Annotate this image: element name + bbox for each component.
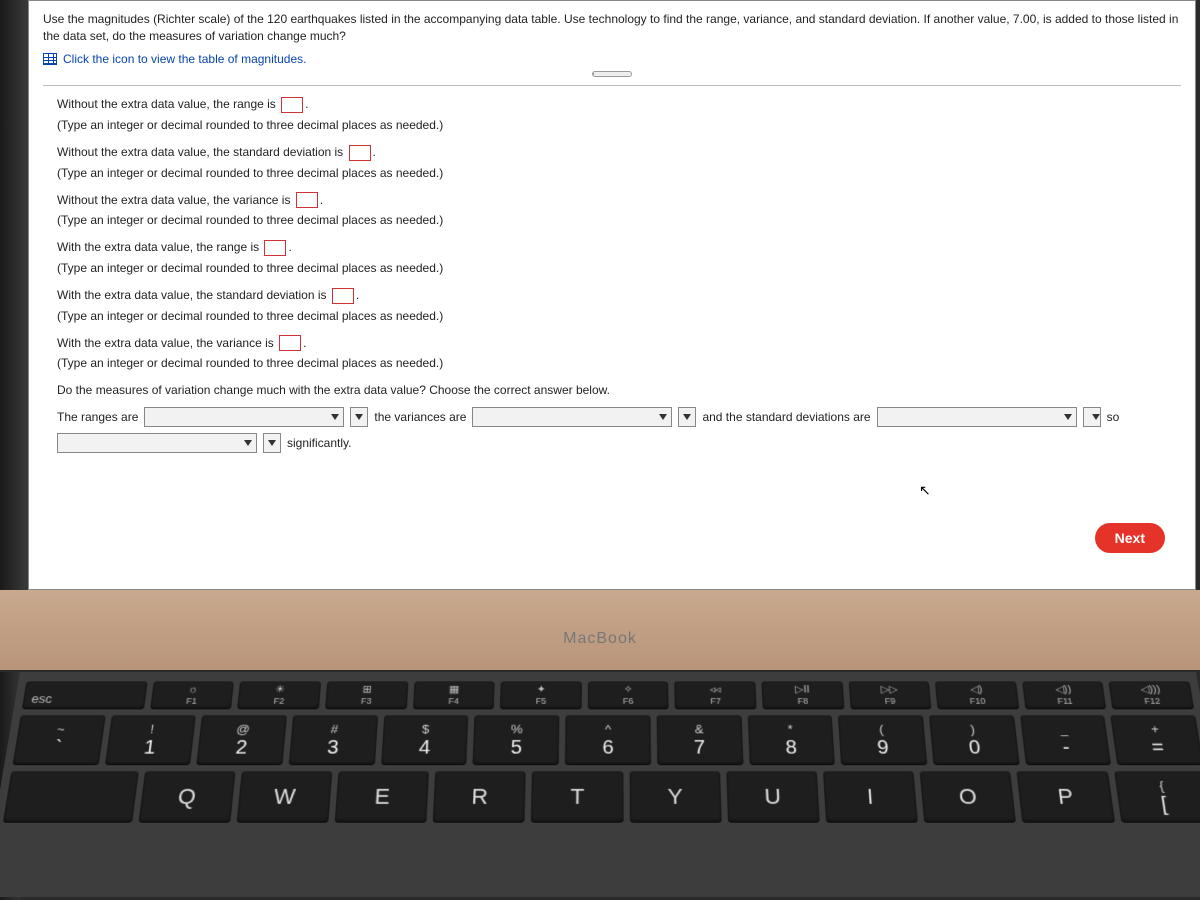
chevron-down-icon [244, 440, 252, 446]
stmt-var-without: Without the extra data value, the varian… [57, 192, 1181, 209]
key-y[interactable]: Y [629, 771, 721, 823]
stmt-sd-with: With the extra data value, the standard … [57, 287, 1181, 304]
key-i[interactable]: I [823, 771, 918, 823]
answer-sentence-1: The ranges are the variances are and the… [57, 407, 1181, 427]
table-link-label: Click the icon to view the table of magn… [63, 51, 306, 68]
key-6[interactable]: ^6 [565, 715, 651, 765]
chevron-down-icon [1064, 414, 1072, 420]
input-range-with[interactable] [264, 240, 286, 256]
key-9[interactable]: (9 [838, 715, 927, 765]
key-4[interactable]: $4 [381, 715, 469, 765]
stmt-sd-without: Without the extra data value, the standa… [57, 144, 1181, 161]
app-window: Use the magnitudes (Richter scale) of th… [28, 0, 1196, 590]
dropdown-sd[interactable] [877, 407, 1077, 427]
key-f8[interactable]: ▷IIF8 [761, 681, 844, 709]
txt-variances: the variances are [374, 409, 466, 426]
key-u[interactable]: U [726, 771, 820, 823]
txt-significantly: significantly. [287, 435, 351, 452]
key-f11[interactable]: ◁))F11 [1022, 681, 1107, 709]
question-text: Use the magnitudes (Richter scale) of th… [43, 11, 1181, 45]
key-q[interactable]: Q [138, 771, 235, 823]
key-tab[interactable] [3, 771, 139, 823]
key-f5[interactable]: ✦F5 [500, 681, 582, 709]
chevron-down-icon [1092, 414, 1100, 420]
key-f7[interactable]: ◃◃F7 [675, 681, 757, 709]
hint-5: (Type an integer or decimal rounded to t… [57, 308, 1181, 325]
chevron-down-icon [268, 440, 276, 446]
key-esc[interactable]: esc [22, 681, 148, 709]
input-sd-without[interactable] [349, 145, 371, 161]
dropdown-ranges[interactable] [144, 407, 344, 427]
screen-bezel [0, 0, 28, 590]
key-t[interactable]: T [531, 771, 623, 823]
stmt-range-with: With the extra data value, the range is … [57, 239, 1181, 256]
stmt-range-without: Without the extra data value, the range … [57, 96, 1181, 113]
key-0[interactable]: )0 [929, 715, 1020, 765]
separator [43, 85, 1181, 86]
key-5[interactable]: %5 [473, 715, 560, 765]
key-bracket-l[interactable]: {[ [1114, 771, 1200, 823]
hint-3: (Type an integer or decimal rounded to t… [57, 212, 1181, 229]
input-var-with[interactable] [279, 335, 301, 351]
key-tilde[interactable]: ~` [12, 715, 105, 765]
dropdown-variances-2[interactable] [678, 407, 696, 427]
key-f3[interactable]: ⊞F3 [325, 681, 408, 709]
hint-2: (Type an integer or decimal rounded to t… [57, 165, 1181, 182]
key-minus[interactable]: _- [1020, 715, 1112, 765]
table-icon [43, 53, 57, 65]
key-w[interactable]: W [236, 771, 332, 823]
dropdown-conclusion-2[interactable] [263, 433, 281, 453]
hint-1: (Type an integer or decimal rounded to t… [57, 117, 1181, 134]
key-f10[interactable]: ◁)F10 [935, 681, 1019, 709]
dropdown-ranges-2[interactable] [350, 407, 368, 427]
chevron-down-icon [331, 414, 339, 420]
key-7[interactable]: &7 [656, 715, 743, 765]
hint-6: (Type an integer or decimal rounded to t… [57, 355, 1181, 372]
key-8[interactable]: *8 [747, 715, 835, 765]
key-e[interactable]: E [335, 771, 430, 823]
key-f12[interactable]: ◁)))F12 [1109, 681, 1195, 709]
hint-4: (Type an integer or decimal rounded to t… [57, 260, 1181, 277]
key-o[interactable]: O [920, 771, 1017, 823]
key-p[interactable]: P [1017, 771, 1115, 823]
key-3[interactable]: #3 [289, 715, 378, 765]
input-sd-with[interactable] [332, 288, 354, 304]
key-f4[interactable]: ▦F4 [413, 681, 495, 709]
answer-area: Without the extra data value, the range … [43, 96, 1181, 453]
number-row: ~` !1 @2 #3 $4 %5 ^6 &7 *8 (9 )0 _- += [12, 715, 1200, 765]
key-f9[interactable]: ▷▷F9 [848, 681, 931, 709]
keyboard: esc ☼F1 ☀F2 ⊞F3 ▦F4 ✦F5 ✧F6 ◃◃F7 ▷IIF8 ▷… [0, 672, 1200, 897]
dropdown-sd-2[interactable] [1083, 407, 1101, 427]
view-table-link[interactable]: Click the icon to view the table of magn… [43, 51, 1181, 68]
txt-so: so [1107, 409, 1120, 426]
answer-sentence-2: significantly. [57, 433, 1181, 453]
chevron-down-icon [683, 414, 691, 420]
chevron-down-icon [355, 414, 363, 420]
key-1[interactable]: !1 [104, 715, 196, 765]
key-equals[interactable]: += [1110, 715, 1200, 765]
key-f1[interactable]: ☼F1 [150, 681, 234, 709]
laptop-brand: MacBook [563, 630, 637, 648]
key-f6[interactable]: ✧F6 [588, 681, 669, 709]
chevron-down-icon [659, 414, 667, 420]
final-question: Do the measures of variation change much… [57, 382, 1181, 399]
txt-ranges: The ranges are [57, 409, 138, 426]
dropdown-variances[interactable] [472, 407, 672, 427]
drag-handle-icon[interactable] [592, 71, 632, 77]
key-2[interactable]: @2 [197, 715, 288, 765]
next-button[interactable]: Next [1095, 523, 1165, 553]
dropdown-conclusion[interactable] [57, 433, 257, 453]
fn-row: esc ☼F1 ☀F2 ⊞F3 ▦F4 ✦F5 ✧F6 ◃◃F7 ▷IIF8 ▷… [22, 681, 1195, 709]
cursor-icon: ↖ [919, 481, 931, 501]
stmt-var-with: With the extra data value, the variance … [57, 335, 1181, 352]
qwerty-row: Q W E R T Y U I O P {[ [3, 771, 1200, 823]
txt-sd: and the standard deviations are [702, 409, 870, 426]
input-var-without[interactable] [296, 192, 318, 208]
input-range-without[interactable] [281, 97, 303, 113]
key-r[interactable]: R [433, 771, 526, 823]
key-f2[interactable]: ☀F2 [237, 681, 321, 709]
